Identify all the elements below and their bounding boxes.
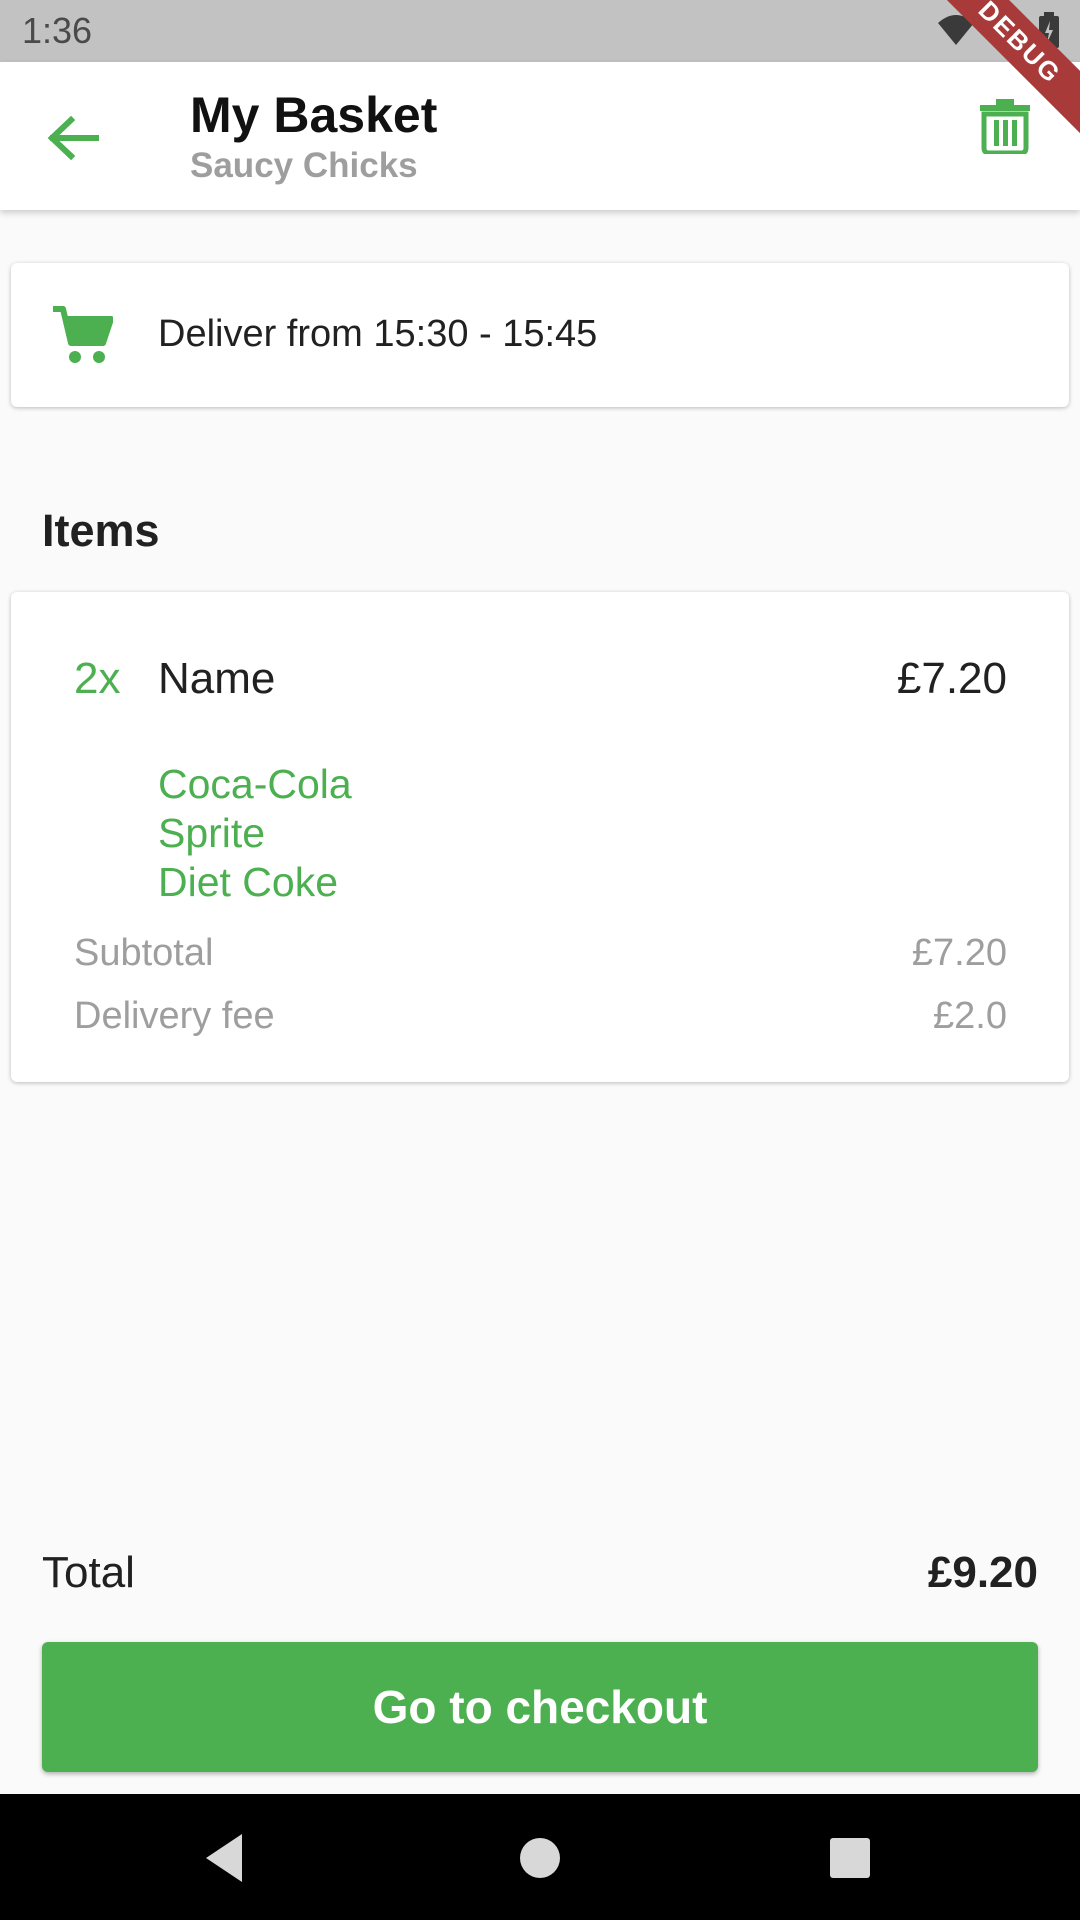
- total-label: Total: [42, 1548, 135, 1597]
- item-option: Diet Coke: [158, 859, 339, 905]
- delivery-time-card: Deliver from 15:30 - 15:45: [11, 263, 1069, 407]
- nav-home-icon[interactable]: [512, 1830, 568, 1886]
- clear-basket-button[interactable]: [978, 98, 1048, 174]
- item-option: Sprite: [158, 810, 266, 856]
- item-options: Coca-Cola Sprite Diet Coke: [158, 760, 352, 907]
- status-time: 1:36: [22, 10, 93, 51]
- item-name: Name: [158, 654, 276, 703]
- nav-recents-icon[interactable]: [822, 1830, 878, 1886]
- cart-icon: [53, 306, 113, 363]
- status-bar: 1:36: [0, 0, 1080, 62]
- items-card: 2x Name £7.20 Coca-Cola Sprite Diet Coke…: [11, 592, 1069, 1082]
- page-title: My Basket: [190, 87, 438, 143]
- arrow-back-icon: [47, 116, 99, 160]
- delivery-fee-value: £2.0: [933, 995, 1007, 1037]
- checkout-button[interactable]: Go to checkout: [42, 1642, 1038, 1772]
- delivery-fee-label: Delivery fee: [74, 995, 275, 1037]
- delivery-time-text: Deliver from 15:30 - 15:45: [158, 313, 598, 355]
- total-value: £9.20: [927, 1548, 1038, 1597]
- subtotal-label: Subtotal: [74, 932, 214, 974]
- subtotal-value: £7.20: [911, 932, 1007, 974]
- item-quantity: 2x: [74, 654, 121, 703]
- back-button[interactable]: [38, 108, 108, 168]
- nav-back-icon[interactable]: [198, 1830, 254, 1886]
- item-price: £7.20: [896, 654, 1007, 703]
- trash-icon: [980, 99, 1030, 156]
- restaurant-name: Saucy Chicks: [190, 146, 418, 185]
- item-option: Coca-Cola: [158, 761, 352, 807]
- items-heading: Items: [42, 505, 160, 556]
- app-bar: My Basket Saucy Chicks: [0, 62, 1080, 210]
- system-nav-bar: [0, 1794, 1080, 1920]
